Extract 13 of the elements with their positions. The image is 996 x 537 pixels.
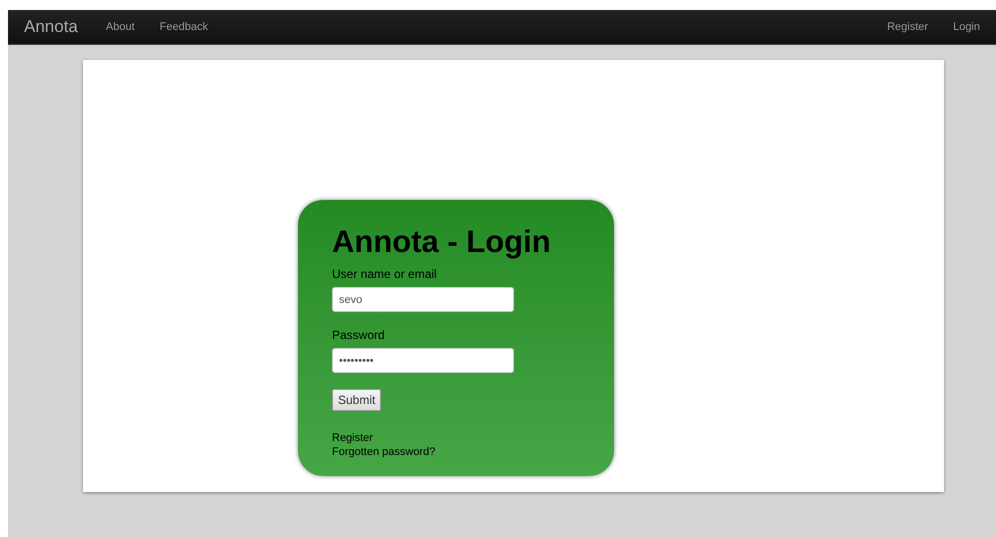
nav-link[interactable]: About [106,18,135,36]
text-link[interactable]: Forgotten password? [332,445,436,459]
submit-button[interactable]: Submit [332,389,382,411]
text-field[interactable]: sevo [332,287,514,312]
nav-link[interactable]: Register [887,18,928,36]
login-title: Annota - Login [332,224,551,260]
field-label: Password [332,327,385,344]
nav-link[interactable]: Feedback [160,18,208,36]
text-link[interactable]: Register [332,431,373,445]
brand-link[interactable]: Annota [24,14,78,40]
field-label: User name or email [332,266,437,283]
nav-link[interactable]: Login [953,18,980,36]
text-field[interactable]: ••••••••• [332,348,514,373]
